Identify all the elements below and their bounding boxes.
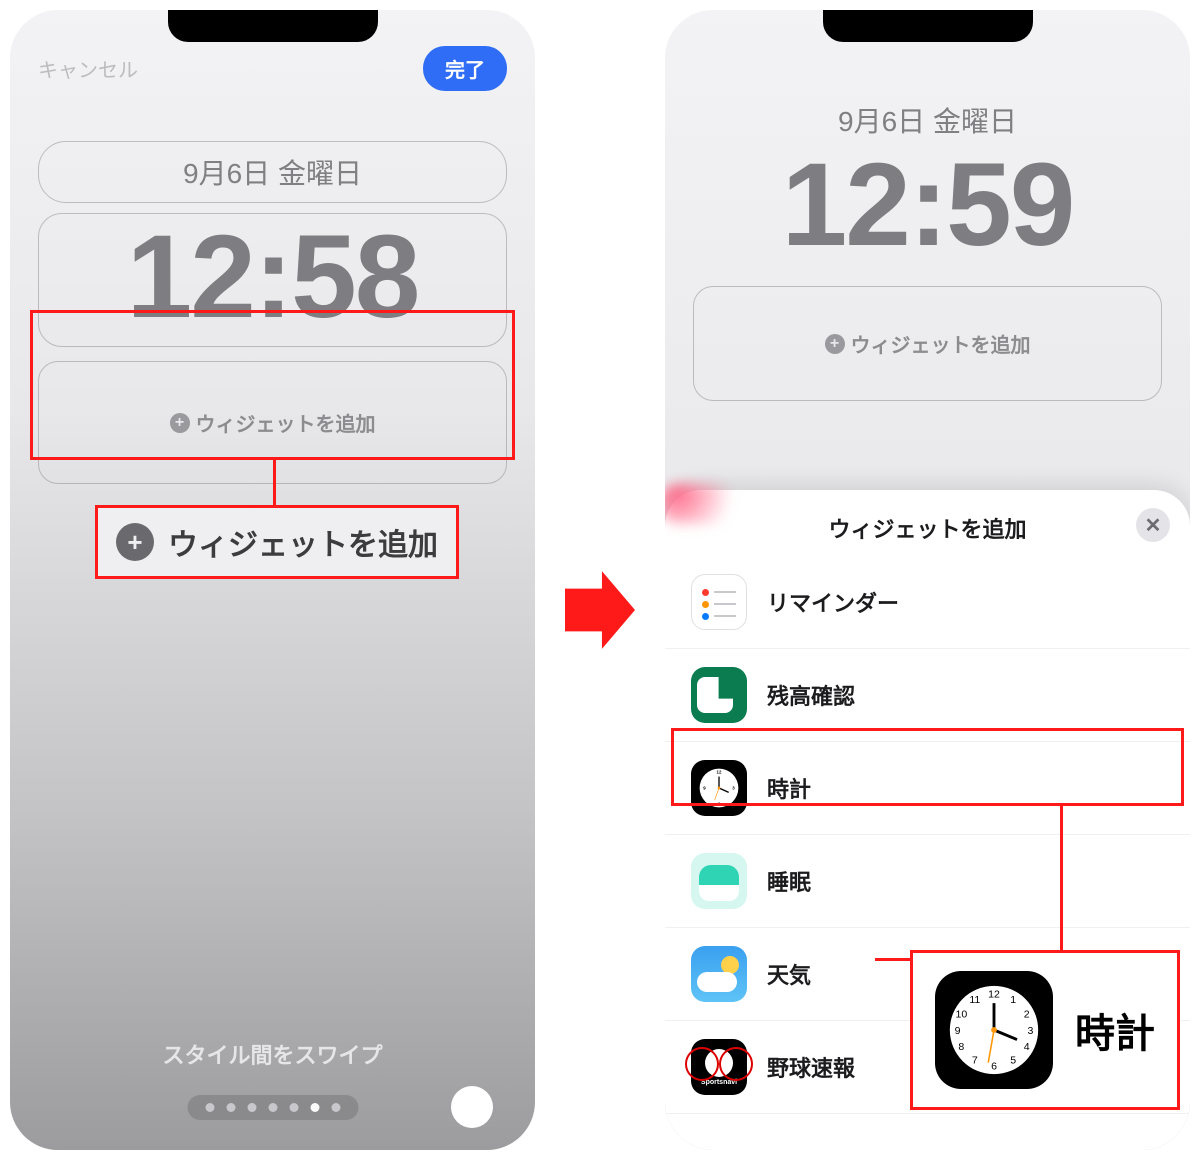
left-phone-screen: キャンセル 完了 9月6日 金曜日 12:58 + ウィジェットを追加 + ウィ…: [10, 10, 535, 1150]
swipe-hint-label: スタイル間をスワイプ: [10, 1038, 535, 1070]
clock-app-icon: 12369: [691, 760, 747, 816]
page-indicator[interactable]: [187, 1095, 358, 1120]
baseball-app-icon: Sportsnavi: [691, 1039, 747, 1095]
page-dot: [268, 1103, 277, 1112]
page-dot: [289, 1103, 298, 1112]
weather-app-icon: [691, 946, 747, 1002]
widget-row-label: 天気: [767, 958, 811, 990]
cancel-button[interactable]: キャンセル: [38, 54, 138, 83]
reminders-app-icon: [691, 574, 747, 630]
svg-text:8: 8: [958, 1041, 964, 1053]
close-icon: ✕: [1145, 513, 1162, 538]
date-field[interactable]: 9月6日 金曜日: [693, 100, 1162, 140]
page-dot: [226, 1103, 235, 1112]
widget-row-clock[interactable]: 12369 時計: [665, 742, 1190, 835]
color-swatch-indicator[interactable]: [451, 1086, 493, 1128]
svg-text:7: 7: [972, 1055, 978, 1067]
widget-row-label: 野球速報: [767, 1051, 855, 1083]
annotation-callout-add-widget: + ウィジェットを追加: [95, 505, 459, 579]
svg-text:6: 6: [991, 1060, 997, 1072]
date-field[interactable]: 9月6日 金曜日: [38, 141, 507, 203]
svg-text:12: 12: [988, 988, 1000, 1000]
balance-app-icon: [691, 667, 747, 723]
widget-row-label: 睡眠: [767, 865, 811, 897]
svg-text:1: 1: [1010, 994, 1016, 1006]
sheet-title: ウィジェットを追加: [828, 512, 1026, 544]
svg-text:10: 10: [955, 1009, 967, 1021]
add-widget-area[interactable]: + ウィジェットを追加: [693, 286, 1162, 401]
page-dot: [205, 1103, 214, 1112]
plus-circle-icon: +: [170, 413, 190, 433]
svg-text:2: 2: [1024, 1009, 1030, 1021]
plus-circle-icon: +: [825, 334, 845, 354]
add-widget-label: ウィジェットを追加: [196, 408, 376, 437]
svg-text:9: 9: [955, 1025, 961, 1037]
plus-circle-icon: +: [116, 523, 154, 561]
annotation-connector: [1060, 806, 1063, 960]
widget-row-label: 残高確認: [767, 679, 855, 711]
clock-display[interactable]: 12:58: [38, 213, 507, 347]
widget-row-reminders[interactable]: リマインダー: [665, 556, 1190, 649]
svg-text:4: 4: [1024, 1041, 1030, 1053]
widget-row-label: リマインダー: [767, 586, 899, 618]
close-button[interactable]: ✕: [1136, 508, 1170, 542]
callout-add-widget-label: ウィジェットを追加: [168, 520, 438, 564]
widget-row-label: 時計: [767, 772, 811, 804]
clock-app-icon: 12 1 2 3 4 5 6 7 8 9 10 11: [935, 971, 1053, 1089]
sleep-app-icon: [691, 853, 747, 909]
widget-picker-sheet: ウィジェットを追加 ✕ リマインダー 残高確認 12369: [665, 490, 1190, 1150]
svg-text:12: 12: [717, 769, 722, 774]
arrow-right-icon: [565, 570, 635, 650]
notch: [168, 10, 378, 42]
annotation-connector: [273, 460, 276, 505]
clock-display[interactable]: 12:59: [693, 146, 1162, 264]
svg-text:11: 11: [969, 994, 980, 1006]
add-widget-label: ウィジェットを追加: [851, 329, 1031, 358]
page-dot: [331, 1103, 340, 1112]
widget-row-balance[interactable]: 残高確認: [665, 649, 1190, 742]
notch: [823, 10, 1033, 42]
callout-clock-label: 時計: [1075, 1001, 1155, 1059]
svg-text:5: 5: [1010, 1055, 1016, 1067]
svg-text:3: 3: [1028, 1025, 1034, 1037]
done-button[interactable]: 完了: [423, 46, 507, 91]
annotation-callout-clock: 12 1 2 3 4 5 6 7 8 9 10 11: [910, 950, 1180, 1110]
right-phone-screen: 9月6日 金曜日 12:59 + ウィジェットを追加 ウィジェットを追加 ✕ リ…: [665, 10, 1190, 1150]
widget-row-sleep[interactable]: 睡眠: [665, 835, 1190, 928]
page-dot: [247, 1103, 256, 1112]
page-dot-active: [310, 1103, 319, 1112]
